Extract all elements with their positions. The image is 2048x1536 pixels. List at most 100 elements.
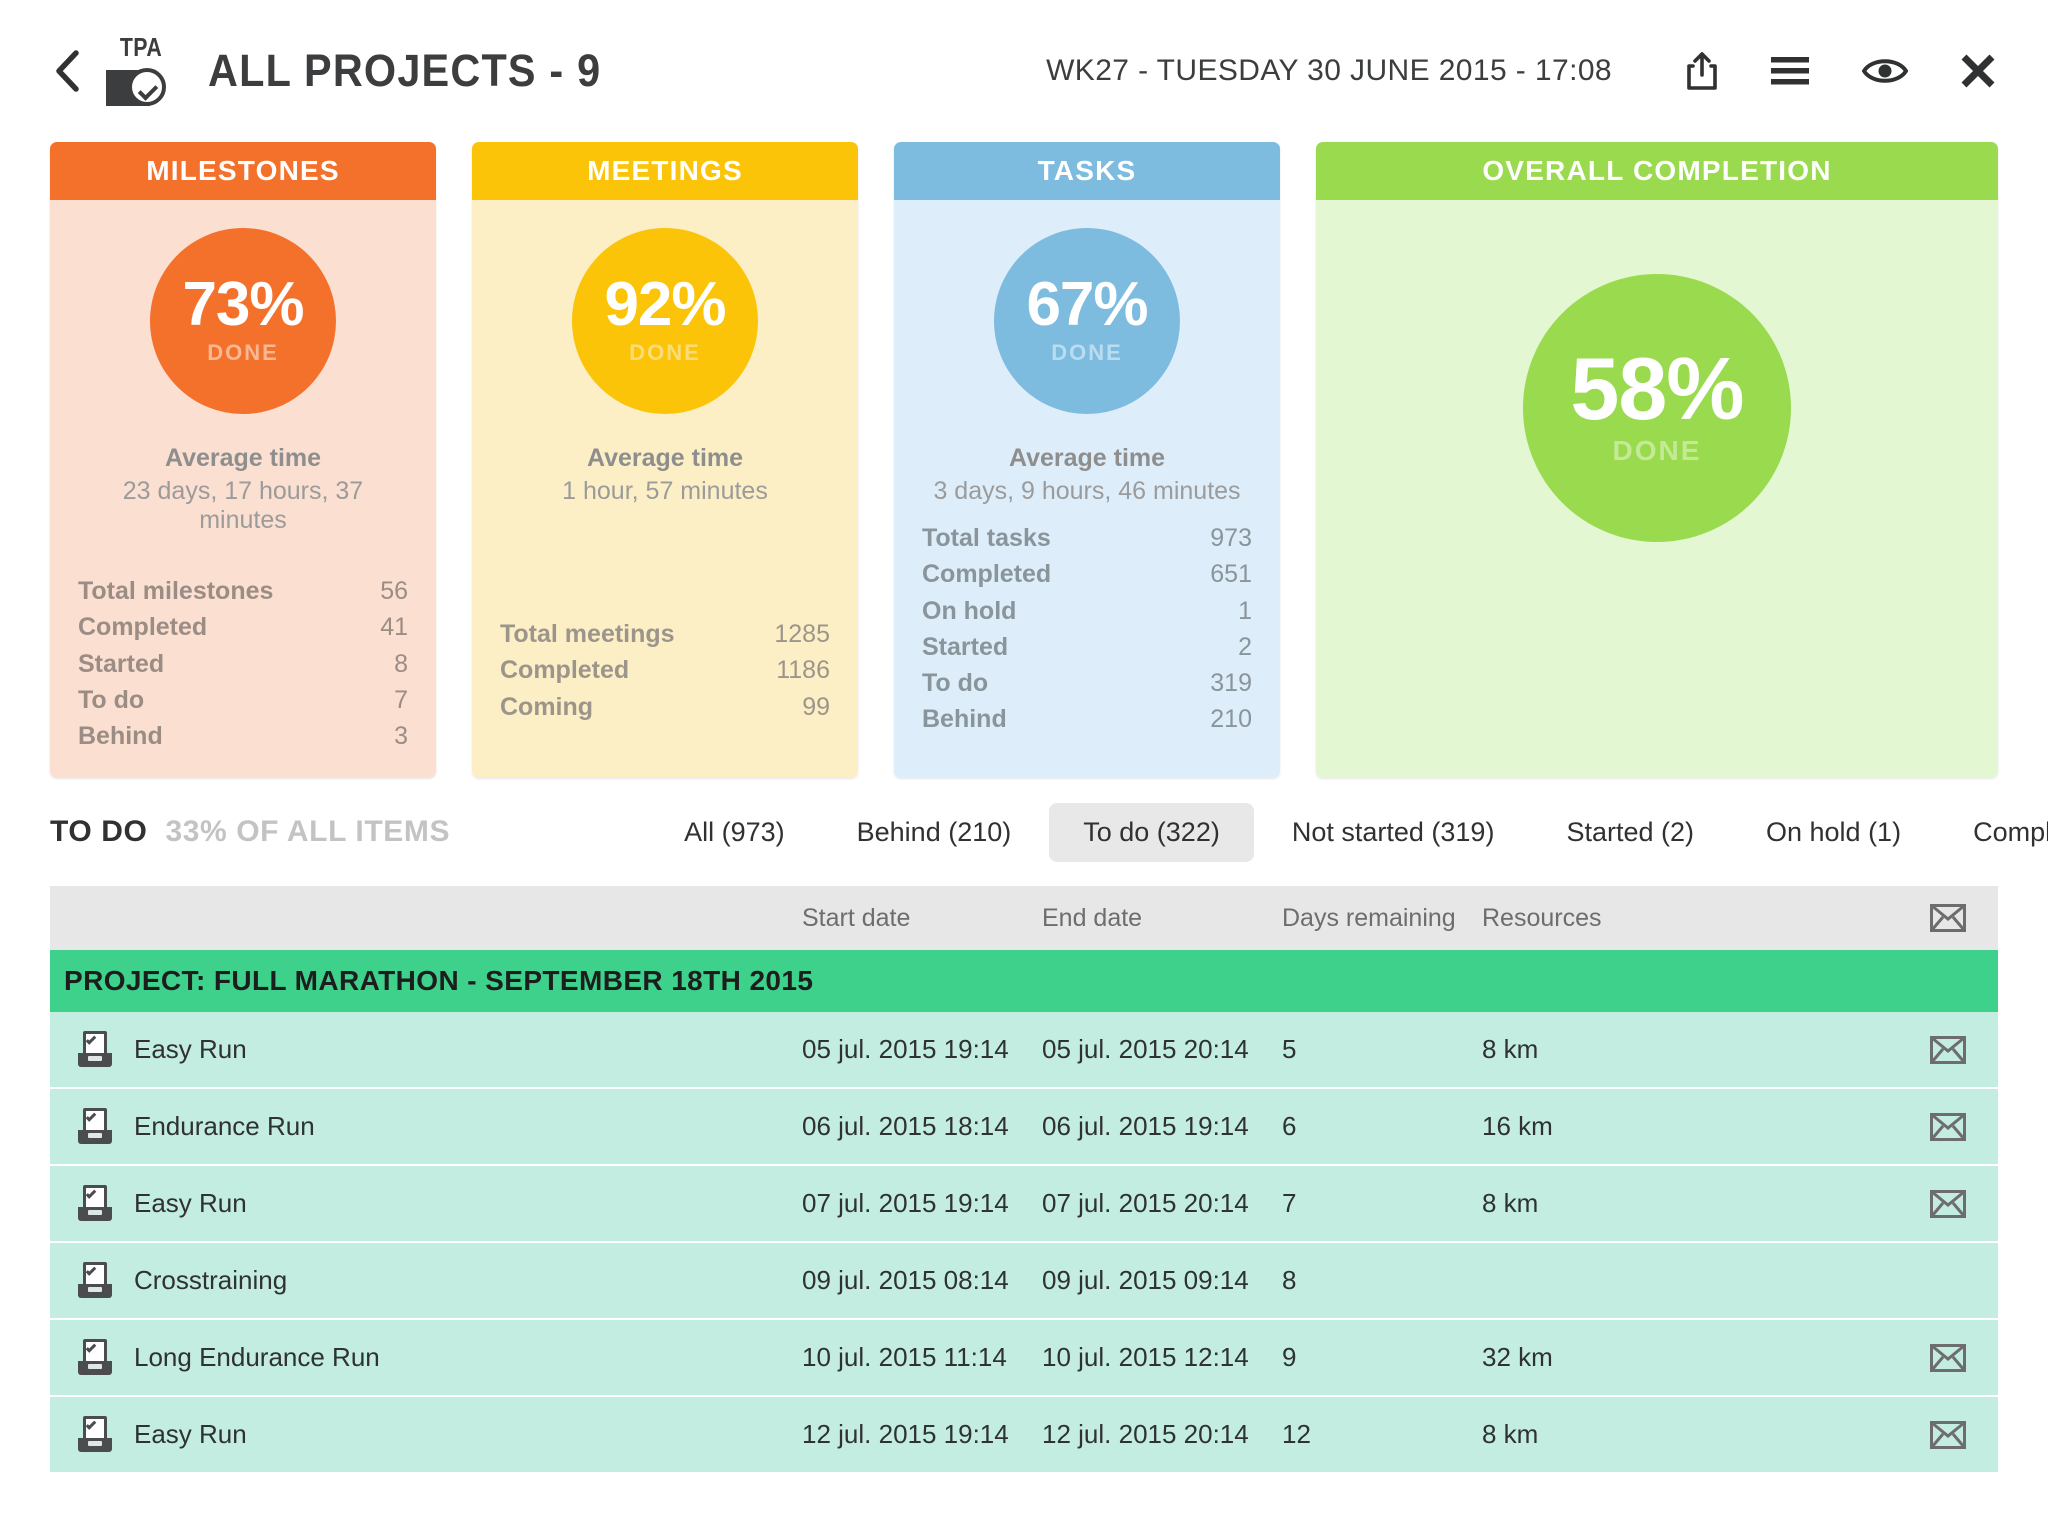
average-time-label: Average time	[1008, 444, 1166, 472]
stat-value: 1186	[776, 656, 830, 685]
stat-value: 3	[394, 722, 408, 750]
tab-to-do[interactable]: To do (322)	[1049, 802, 1254, 862]
project-group-label: PROJECT: FULL MARATHON - SEPTEMBER 18TH …	[64, 965, 814, 997]
row-days-remaining: 12	[1282, 1419, 1311, 1450]
stat-label: Behind	[922, 705, 1007, 734]
progress-percent: 58%	[1570, 338, 1744, 438]
app-logo: TPA	[106, 34, 176, 108]
stat-row: Coming 99	[500, 689, 830, 725]
row-name-cell: Long Endurance Run	[50, 1338, 802, 1377]
stat-row: Completed 41	[78, 609, 408, 645]
filter-tabs: All (973) Behind (210) To do (322) Not s…	[650, 802, 2048, 862]
milestones-progress-circle: 73% DONE	[150, 228, 336, 414]
row-name: Long Endurance Run	[134, 1342, 380, 1373]
stat-row: Total tasks 973	[922, 520, 1252, 556]
progress-done-label: DONE	[1051, 339, 1123, 365]
card-meetings: MEETINGS 92% DONE Average time 1 hour, 5…	[472, 142, 858, 779]
tasks-progress-circle: 67% DONE	[994, 228, 1180, 414]
row-start-date: 06 jul. 2015 18:14	[802, 1111, 1009, 1142]
row-end-date: 05 jul. 2015 20:14	[1042, 1034, 1249, 1065]
back-icon[interactable]	[50, 48, 84, 94]
progress-percent: 73%	[182, 270, 304, 340]
row-end-date: 09 jul. 2015 09:14	[1042, 1265, 1249, 1296]
task-icon	[78, 1338, 112, 1377]
row-resources: 8 km	[1482, 1419, 1539, 1450]
stat-label: Total meetings	[500, 620, 675, 648]
tab-completed[interactable]: Completed (651)	[1939, 803, 2048, 862]
task-icon	[78, 1107, 112, 1146]
row-start-date: 05 jul. 2015 19:14	[802, 1034, 1009, 1065]
filter-bar: TO DO 33% OF ALL ITEMS All (973) Behind …	[0, 778, 2048, 886]
table-header-row: Start date End date Days remaining Resou…	[50, 886, 1998, 951]
stat-label: Completed	[922, 560, 1052, 589]
project-group-row[interactable]: PROJECT: FULL MARATHON - SEPTEMBER 18TH …	[50, 950, 1998, 1013]
card-title: MILESTONES	[50, 142, 436, 200]
envelope-icon[interactable]	[1930, 1343, 1966, 1372]
average-time-label: Average time	[164, 444, 322, 472]
row-days-remaining: 6	[1282, 1111, 1297, 1142]
stat-row: Started 8	[78, 646, 408, 682]
progress-done-label: DONE	[207, 339, 279, 365]
overall-progress-circle: 58% DONE	[1523, 274, 1791, 542]
card-title: OVERALL COMPLETION	[1316, 142, 1998, 200]
card-title: TASKS	[894, 142, 1280, 200]
close-icon[interactable]	[1960, 53, 1996, 89]
list-icon[interactable]	[1770, 55, 1810, 87]
row-name: Easy Run	[134, 1188, 247, 1219]
table-row[interactable]: Easy Run 07 jul. 2015 19:14 07 jul. 2015…	[50, 1166, 1998, 1244]
envelope-icon[interactable]	[1930, 1420, 1966, 1449]
column-header-days[interactable]: Days remaining	[1282, 904, 1482, 933]
table-row[interactable]: Easy Run 12 jul. 2015 19:14 12 jul. 2015…	[50, 1397, 1998, 1475]
task-icon	[78, 1030, 112, 1069]
progress-done-label: DONE	[1612, 435, 1702, 467]
row-name: Easy Run	[134, 1034, 247, 1065]
items-table: Start date End date Days remaining Resou…	[50, 886, 1998, 1475]
card-tasks: TASKS 67% DONE Average time 3 days, 9 ho…	[894, 142, 1280, 779]
table-row[interactable]: Crosstraining 09 jul. 2015 08:14 09 jul.…	[50, 1243, 1998, 1321]
stat-row: To do 319	[922, 665, 1252, 701]
stat-label: Started	[922, 632, 1009, 661]
task-icon	[78, 1261, 112, 1300]
envelope-icon[interactable]	[1930, 1035, 1966, 1064]
envelope-icon[interactable]	[1930, 1189, 1966, 1218]
tab-behind[interactable]: Behind (210)	[823, 803, 1046, 862]
stats-list: Total meetings 1285 Completed 1186 Comin…	[500, 616, 830, 725]
row-mail-cell[interactable]	[1882, 1112, 1998, 1141]
stat-value: 973	[1210, 524, 1252, 552]
table-row[interactable]: Easy Run 05 jul. 2015 19:14 05 jul. 2015…	[50, 1012, 1998, 1090]
tab-started[interactable]: Started (2)	[1532, 803, 1728, 862]
row-start-date: 09 jul. 2015 08:14	[802, 1265, 1009, 1296]
stat-label: Total milestones	[78, 577, 274, 605]
table-row[interactable]: Long Endurance Run 10 jul. 2015 11:14 10…	[50, 1320, 1998, 1398]
stat-label: On hold	[922, 596, 1017, 625]
average-time-value: 3 days, 9 hours, 46 minutes	[933, 477, 1241, 505]
row-mail-cell[interactable]	[1882, 1035, 1998, 1064]
row-end-date: 10 jul. 2015 12:14	[1042, 1342, 1249, 1373]
share-icon[interactable]	[1686, 51, 1718, 91]
table-row[interactable]: Endurance Run 06 jul. 2015 18:14 06 jul.…	[50, 1089, 1998, 1167]
average-time-label: Average time	[586, 444, 744, 472]
stat-row: On hold 1	[922, 593, 1252, 629]
envelope-icon	[1930, 904, 1966, 933]
column-header-resources[interactable]: Resources	[1482, 904, 1882, 933]
average-time-value: 1 hour, 57 minutes	[562, 477, 768, 505]
stat-label: Behind	[78, 722, 163, 750]
stat-value: 56	[380, 577, 408, 605]
column-header-start[interactable]: Start date	[802, 904, 1042, 933]
row-mail-cell[interactable]	[1882, 1420, 1998, 1449]
row-mail-cell[interactable]	[1882, 1189, 1998, 1218]
section-title: TO DO	[50, 815, 148, 849]
stat-row: Started 2	[922, 629, 1252, 665]
row-name-cell: Easy Run	[50, 1415, 802, 1454]
stat-label: Completed	[500, 656, 630, 685]
stat-label: Coming	[500, 692, 594, 721]
column-header-end[interactable]: End date	[1042, 904, 1282, 933]
tab-all[interactable]: All (973)	[650, 803, 819, 862]
row-resources: 16 km	[1482, 1111, 1553, 1142]
row-mail-cell[interactable]	[1882, 1343, 1998, 1372]
eye-icon[interactable]	[1862, 56, 1908, 86]
row-end-date: 12 jul. 2015 20:14	[1042, 1419, 1249, 1450]
tab-on-hold[interactable]: On hold (1)	[1732, 803, 1935, 862]
tab-not-started[interactable]: Not started (319)	[1258, 803, 1529, 862]
envelope-icon[interactable]	[1930, 1112, 1966, 1141]
